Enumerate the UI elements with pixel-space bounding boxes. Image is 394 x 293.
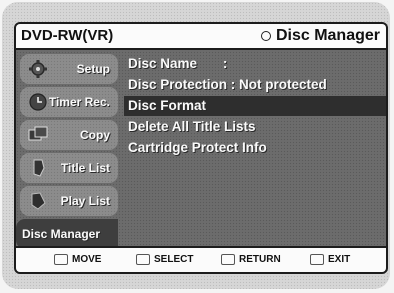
footer-select: SELECT — [136, 254, 193, 265]
menu-item-disc-name[interactable]: Disc Name : — [124, 54, 386, 74]
sidebar-item-label: Copy — [80, 128, 110, 142]
footer-move: MOVE — [54, 254, 101, 265]
menu-item-disc-format[interactable]: Disc Format — [124, 96, 386, 116]
menu-item-disc-protection[interactable]: Disc Protection : Not protected — [124, 75, 386, 95]
return-label: RETURN — [239, 254, 281, 265]
disc-icon — [260, 31, 271, 41]
osd-screen: DVD-RW(VR) Disc Manager Setup Timer Rec.… — [14, 22, 388, 274]
sidebar-item-title-list[interactable]: Title List — [20, 153, 118, 183]
select-key-icon — [136, 254, 150, 265]
sidebar-item-play-list[interactable]: Play List — [20, 186, 118, 216]
exit-label: EXIT — [328, 254, 351, 265]
play-list-icon — [31, 192, 46, 210]
sidebar-item-label: Title List — [60, 161, 110, 175]
disc-name-value: : — [222, 56, 228, 71]
menu-title-label: Disc Manager — [275, 27, 380, 44]
sidebar-item-disc-manager[interactable]: Disc Manager — [16, 219, 118, 249]
clock-icon — [29, 93, 47, 111]
sidebar-item-label: Disc Manager — [22, 227, 101, 241]
menu-item-delete-all-title-lists[interactable]: Delete All Title Lists — [124, 117, 386, 137]
sidebar-item-label: Setup — [76, 62, 110, 76]
menu-item-label: Delete All Title Lists — [128, 119, 256, 134]
menu-item-label: Cartridge Protect Info — [128, 140, 267, 155]
title-list-icon — [33, 159, 45, 177]
footer-exit: EXIT — [310, 254, 350, 265]
sidebar-item-timer-rec[interactable]: Timer Rec. — [20, 87, 118, 117]
return-key-icon — [221, 254, 235, 265]
device-frame: DVD-RW(VR) Disc Manager Setup Timer Rec.… — [2, 2, 390, 289]
menu-item-label: Disc Protection : Not protected — [128, 77, 327, 92]
select-label: SELECT — [154, 254, 194, 265]
move-label: MOVE — [72, 254, 102, 265]
sidebar-item-copy[interactable]: Copy — [20, 120, 118, 150]
menu-item-label: Disc Format — [128, 98, 207, 113]
exit-key-icon — [310, 254, 324, 265]
sidebar-item-setup[interactable]: Setup — [20, 54, 118, 84]
menu-item-cartridge-protect-info[interactable]: Cartridge Protect Info — [124, 138, 386, 158]
sidebar-item-label: Play List — [60, 194, 110, 208]
move-key-icon — [54, 254, 68, 265]
footer-return: RETURN — [221, 254, 281, 265]
gear-icon — [29, 60, 47, 78]
sidebar: Setup Timer Rec. Copy Title List Play Li… — [16, 50, 122, 249]
sidebar-item-label: Timer Rec. — [48, 95, 110, 109]
footer-bar: MOVE SELECT RETURN EXIT — [16, 246, 386, 272]
menu-item-label: Disc Name — [128, 56, 198, 71]
disc-type-title: DVD-RW(VR) — [21, 27, 114, 44]
copy-icon — [28, 126, 48, 141]
header-bar: DVD-RW(VR) Disc Manager — [16, 24, 386, 50]
menu-title: Disc Manager — [260, 27, 380, 45]
